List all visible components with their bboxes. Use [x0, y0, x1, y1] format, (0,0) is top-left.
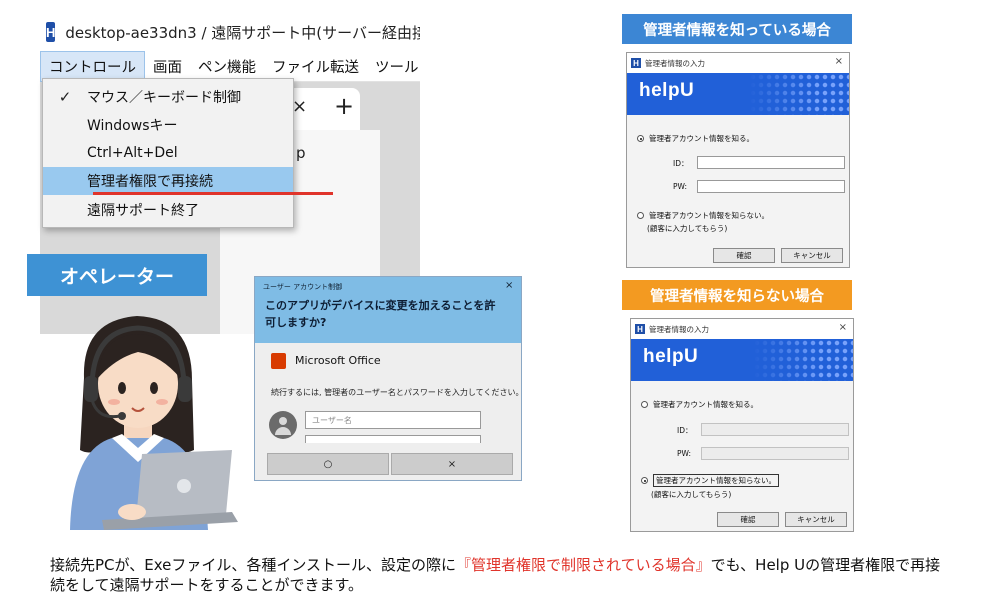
confirm-button[interactable]: 確認 — [717, 512, 779, 527]
radio-label: 管理者アカウント情報を知らない。 — [649, 211, 769, 220]
radio-label: 管理者アカウント情報を知る。 — [649, 134, 754, 143]
dialog-titlebar: H 管理者情報の入力 × — [631, 319, 853, 339]
pw-input[interactable] — [697, 180, 845, 193]
menu-pen[interactable]: ペン機能 — [190, 52, 264, 81]
helpu-banner: helpU — [627, 73, 849, 115]
caption-highlight: 『管理者権限で制限されている場合』 — [456, 556, 711, 574]
menu-file-transfer[interactable]: ファイル転送 — [264, 52, 367, 81]
pw-label: PW: — [673, 182, 688, 191]
helpu-app-icon: H — [46, 22, 56, 42]
window-titlebar: H desktop-ae33dn3 / 遠隔サポート中(サーバー経由接続 — [40, 12, 420, 52]
id-label: ID： — [677, 426, 693, 435]
description-caption: 接続先PCが、Exeファイル、各種インストール、設定の際に『管理者権限で制限され… — [50, 555, 950, 595]
browser-partial-text: p — [296, 144, 306, 162]
id-input[interactable] — [701, 423, 849, 436]
radio-unknown-admin[interactable]: 管理者アカウント情報を知らない。 — [641, 474, 779, 487]
check-icon: ✓ — [58, 88, 72, 106]
menu-item-label: Ctrl+Alt+Del — [87, 145, 178, 161]
radio-label: 管理者アカウント情報を知らない。 — [653, 474, 779, 487]
menu-tools[interactable]: ツール — [367, 52, 420, 81]
radio-label: 管理者アカウント情報を知る。 — [653, 400, 758, 409]
cancel-button[interactable]: キャンセル — [781, 248, 843, 263]
helpu-logo: helpU — [643, 346, 699, 367]
dialog-title: 管理者情報の入力 — [645, 58, 705, 68]
uac-product-name: Microsoft Office — [295, 354, 381, 367]
helpu-banner: helpU — [631, 339, 853, 381]
operator-label: オペレーター — [27, 254, 207, 296]
menu-item-mouse-keyboard[interactable]: ✓ マウス／キーボード制御 — [43, 83, 293, 111]
admin-info-dialog-unknown: H 管理者情報の入力 × helpU 管理者アカウント情報を知る。 ID： PW… — [630, 318, 854, 532]
menu-item-ctrl-alt-del[interactable]: Ctrl+Alt+Del — [43, 139, 293, 167]
helpu-app-icon: H — [635, 324, 645, 334]
menu-item-label: Windowsキー — [87, 118, 178, 134]
helpu-logo: helpU — [639, 80, 695, 101]
new-tab-icon[interactable]: + — [334, 92, 354, 120]
cancel-button[interactable]: キャンセル — [785, 512, 847, 527]
close-icon[interactable]: × — [505, 280, 513, 291]
menu-screen[interactable]: 画面 — [145, 52, 190, 81]
uac-description: 続行するには, 管理者のユーザー名とパスワードを入力してください。 — [271, 388, 524, 397]
section-label-know: 管理者情報を知っている場合 — [622, 14, 852, 44]
close-icon[interactable]: × — [839, 322, 847, 333]
uac-dialog: ユーザー アカウント制御 × このアプリがデバイスに変更を加えることを許可します… — [254, 276, 524, 481]
radio-unknown-admin[interactable]: 管理者アカウント情報を知らない。 — [637, 210, 769, 221]
uac-question: このアプリがデバイスに変更を加えることを許可しますか? — [265, 299, 496, 329]
radio-unselected-icon — [637, 212, 644, 219]
close-icon[interactable]: × — [835, 56, 843, 67]
window-title: desktop-ae33dn3 / 遠隔サポート中(サーバー経由接続 — [65, 23, 420, 42]
dialog-title: 管理者情報の入力 — [649, 324, 709, 334]
uac-ok-button[interactable]: ○ — [267, 453, 389, 475]
banner-pattern — [749, 73, 849, 115]
menu-item-label: 遠隔サポート終了 — [87, 203, 199, 219]
menu-item-admin-reconnect[interactable]: 管理者権限で再接続 — [43, 167, 293, 195]
operator-illustration — [70, 316, 238, 530]
pw-input[interactable] — [701, 447, 849, 460]
id-label: ID： — [673, 159, 689, 168]
dialog-titlebar: H 管理者情報の入力 × — [627, 53, 849, 73]
office-logo-icon — [271, 353, 286, 369]
caption-text-1: 接続先PCが、Exeファイル、各種インストール、設定の際に — [50, 556, 457, 574]
pw-label: PW: — [677, 449, 692, 458]
menu-item-windows-key[interactable]: Windowsキー — [43, 111, 293, 139]
menu-item-label: マウス／キーボード制御 — [87, 90, 241, 106]
section-label-unknown: 管理者情報を知らない場合 — [622, 280, 852, 310]
id-input[interactable] — [697, 156, 845, 169]
customer-input-note: (顧客に入力してもらう) — [647, 224, 728, 233]
confirm-button[interactable]: 確認 — [713, 248, 775, 263]
uac-cancel-button[interactable]: × — [391, 453, 513, 475]
helpu-app-icon: H — [631, 58, 641, 68]
password-input[interactable] — [305, 435, 481, 443]
radio-know-admin[interactable]: 管理者アカウント情報を知る。 — [637, 133, 754, 144]
menu-item-label: 管理者権限で再接続 — [87, 174, 213, 190]
uac-title: ユーザー アカウント制御 — [263, 283, 343, 291]
tab-close-icon[interactable]: × — [292, 96, 307, 117]
user-avatar-icon — [269, 411, 297, 439]
banner-pattern — [753, 339, 853, 381]
radio-selected-icon — [641, 477, 648, 484]
customer-input-note: (顧客に入力してもらう) — [651, 490, 732, 499]
admin-info-dialog-known: H 管理者情報の入力 × helpU 管理者アカウント情報を知る。 ID： PW… — [626, 52, 850, 268]
radio-unselected-icon — [641, 401, 648, 408]
username-input[interactable]: ユーザー名 — [305, 411, 481, 429]
uac-header: ユーザー アカウント制御 × このアプリがデバイスに変更を加えることを許可します… — [255, 277, 521, 343]
menu-item-end-support[interactable]: 遠隔サポート終了 — [43, 196, 293, 224]
radio-know-admin[interactable]: 管理者アカウント情報を知る。 — [641, 399, 758, 410]
control-dropdown-menu: ✓ マウス／キーボード制御 Windowsキー Ctrl+Alt+Del 管理者… — [42, 78, 333, 228]
highlight-underline — [93, 192, 333, 195]
radio-selected-icon — [637, 135, 644, 142]
